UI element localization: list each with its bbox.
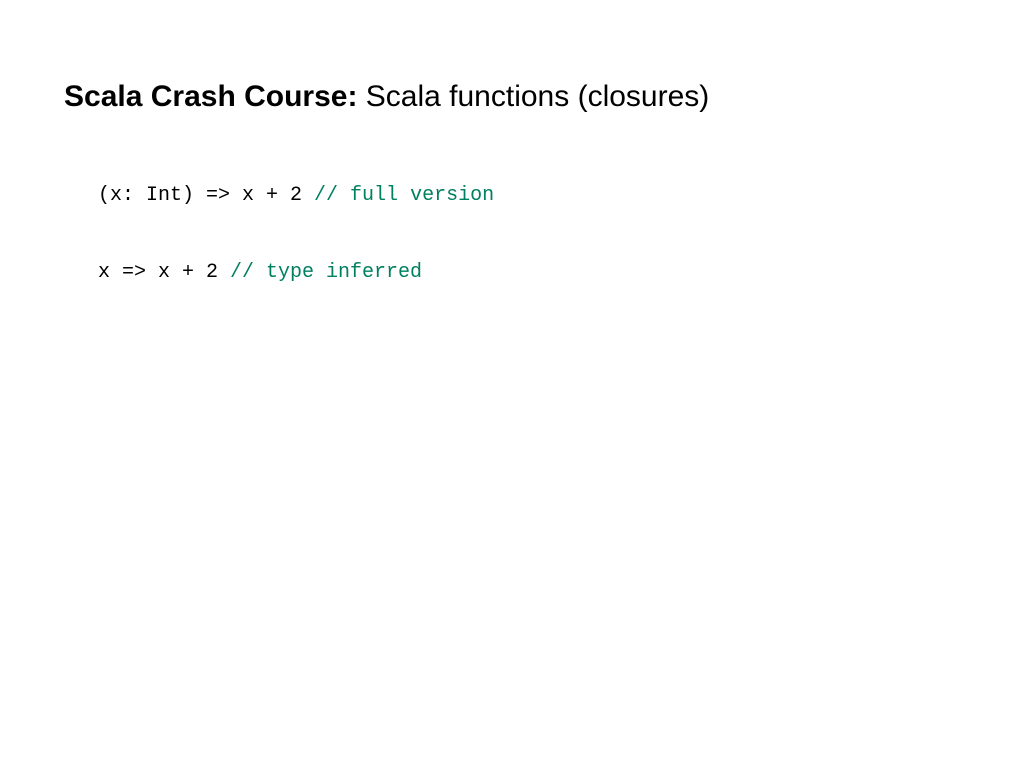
title-regular-part: Scala functions (closures) [357, 80, 709, 113]
title-bold-part: Scala Crash Course: [64, 80, 357, 113]
code-comment-1: // full version [314, 184, 494, 207]
code-line-2: x => x + 2 // type inferred [98, 261, 960, 284]
code-text-1: (x: Int) => x + 2 [98, 184, 314, 207]
slide-title: Scala Crash Course: Scala functions (clo… [64, 80, 960, 114]
code-text-2: x => x + 2 [98, 261, 230, 284]
code-line-1: (x: Int) => x + 2 // full version [98, 184, 960, 207]
slide-container: Scala Crash Course: Scala functions (clo… [0, 0, 1024, 418]
code-comment-2: // type inferred [230, 261, 422, 284]
